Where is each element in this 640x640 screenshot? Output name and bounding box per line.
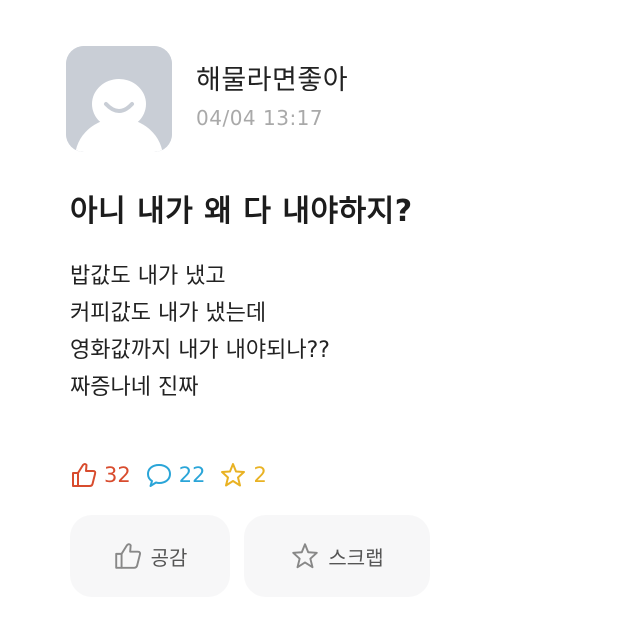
thumbs-up-icon (72, 463, 97, 487)
star-icon (221, 463, 246, 487)
like-button[interactable]: 공감 (70, 515, 230, 597)
like-count: 32 (104, 463, 131, 487)
post-body-line: 밥값도 내가 냈고 (70, 264, 226, 289)
post-body: 밥값도 내가 냈고 커피값도 내가 냈는데 영화값까지 내가 내야되나?? 짜증… (70, 258, 330, 406)
scrap-button[interactable]: 스크랩 (244, 515, 430, 597)
like-count-stat: 32 (70, 461, 131, 489)
post-body-line: 영화값까지 내가 내야되나?? (70, 338, 330, 363)
scrap-count-stat: 2 (219, 461, 267, 489)
author-name[interactable]: 해물라면좋아 (196, 58, 348, 97)
speech-bubble-icon (146, 464, 171, 487)
post-body-line: 커피값도 내가 냈는데 (70, 301, 267, 326)
post-timestamp: 04/04 13:17 (196, 106, 324, 130)
thumbs-up-icon (114, 543, 141, 569)
post-body-line: 짜증나네 진짜 (70, 375, 199, 400)
comment-count: 22 (178, 463, 206, 487)
comment-count-stat: 22 (145, 461, 206, 489)
default-avatar-icon (66, 46, 172, 152)
like-button-label: 공감 (150, 545, 188, 570)
scrap-button-label: 스크랩 (328, 545, 384, 570)
star-icon (292, 543, 319, 569)
post-card: 해물라면좋아 04/04 13:17 아니 내가 왜 다 내야하지? 밥값도 내… (0, 0, 640, 640)
scrap-count: 2 (253, 463, 267, 487)
post-stats: 32 22 2 (70, 458, 281, 492)
post-title: 아니 내가 왜 다 내야하지? (70, 194, 413, 229)
avatar[interactable] (66, 46, 172, 152)
